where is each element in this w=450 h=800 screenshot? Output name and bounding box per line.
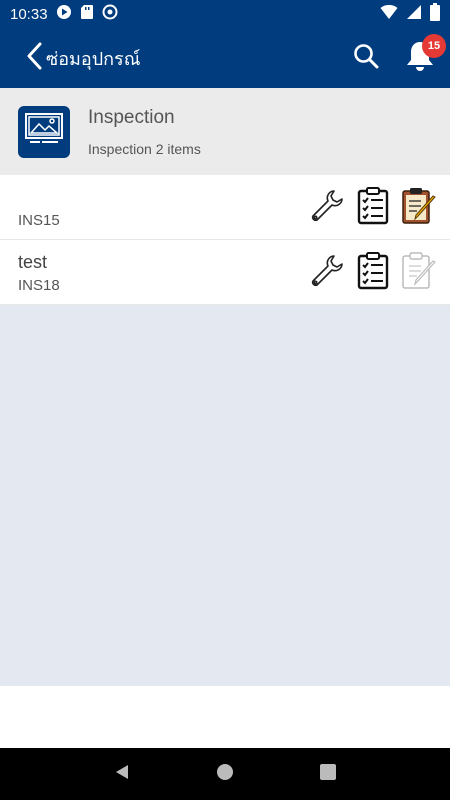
- checklist-button[interactable]: [354, 186, 392, 230]
- status-time: 10:33: [10, 5, 48, 23]
- battery-icon: [430, 2, 440, 26]
- status-bar: 10:33: [0, 0, 450, 28]
- play-icon: [56, 4, 72, 25]
- nav-home-button[interactable]: [205, 754, 245, 794]
- signal-icon: [406, 4, 422, 25]
- search-icon: [353, 43, 379, 74]
- nav-recents-button[interactable]: [308, 754, 348, 794]
- item-code: INS18: [18, 277, 60, 294]
- sync-icon: [102, 4, 118, 25]
- category-image: [18, 105, 70, 158]
- search-button[interactable]: [346, 38, 386, 78]
- category-title: Inspection: [88, 106, 175, 128]
- triangle-back-icon: [113, 763, 131, 786]
- square-recents-icon: [319, 763, 337, 786]
- notification-button[interactable]: 15: [400, 34, 446, 78]
- page-title: ซ่อมอุปกรณ์: [46, 48, 141, 70]
- item-name: test: [18, 252, 48, 272]
- edit-inspection-button[interactable]: [400, 251, 438, 295]
- notification-badge: 15: [422, 34, 446, 58]
- repair-button[interactable]: [308, 254, 346, 292]
- wifi-icon: [380, 4, 398, 25]
- chevron-left-icon: [26, 42, 42, 75]
- system-nav-bar: [0, 748, 450, 800]
- sd-card-icon: [80, 4, 94, 25]
- clipboard-edit-icon: [401, 187, 437, 230]
- wrench-icon: [309, 253, 345, 294]
- clipboard-edit-icon: [401, 251, 437, 295]
- category-header: Inspection Inspection 2 items: [0, 88, 450, 175]
- list-item[interactable]: test INS18: [0, 240, 450, 305]
- list-item[interactable]: INS15: [0, 175, 450, 240]
- item-code: INS15: [18, 212, 60, 229]
- empty-content-area: [0, 305, 450, 686]
- app-bar: ซ่อมอุปกรณ์ 15: [0, 28, 450, 88]
- checklist-button[interactable]: [354, 251, 392, 295]
- checklist-icon: [357, 251, 389, 295]
- image-placeholder-icon: [24, 112, 64, 151]
- circle-home-icon: [216, 763, 234, 786]
- checklist-icon: [357, 186, 389, 230]
- repair-button[interactable]: [308, 189, 346, 227]
- wrench-icon: [309, 188, 345, 229]
- nav-back-button[interactable]: [102, 754, 142, 794]
- category-subtitle: Inspection 2 items: [88, 140, 201, 157]
- inspection-list: INS15 test INS18: [0, 175, 450, 305]
- edit-inspection-button[interactable]: [400, 187, 438, 230]
